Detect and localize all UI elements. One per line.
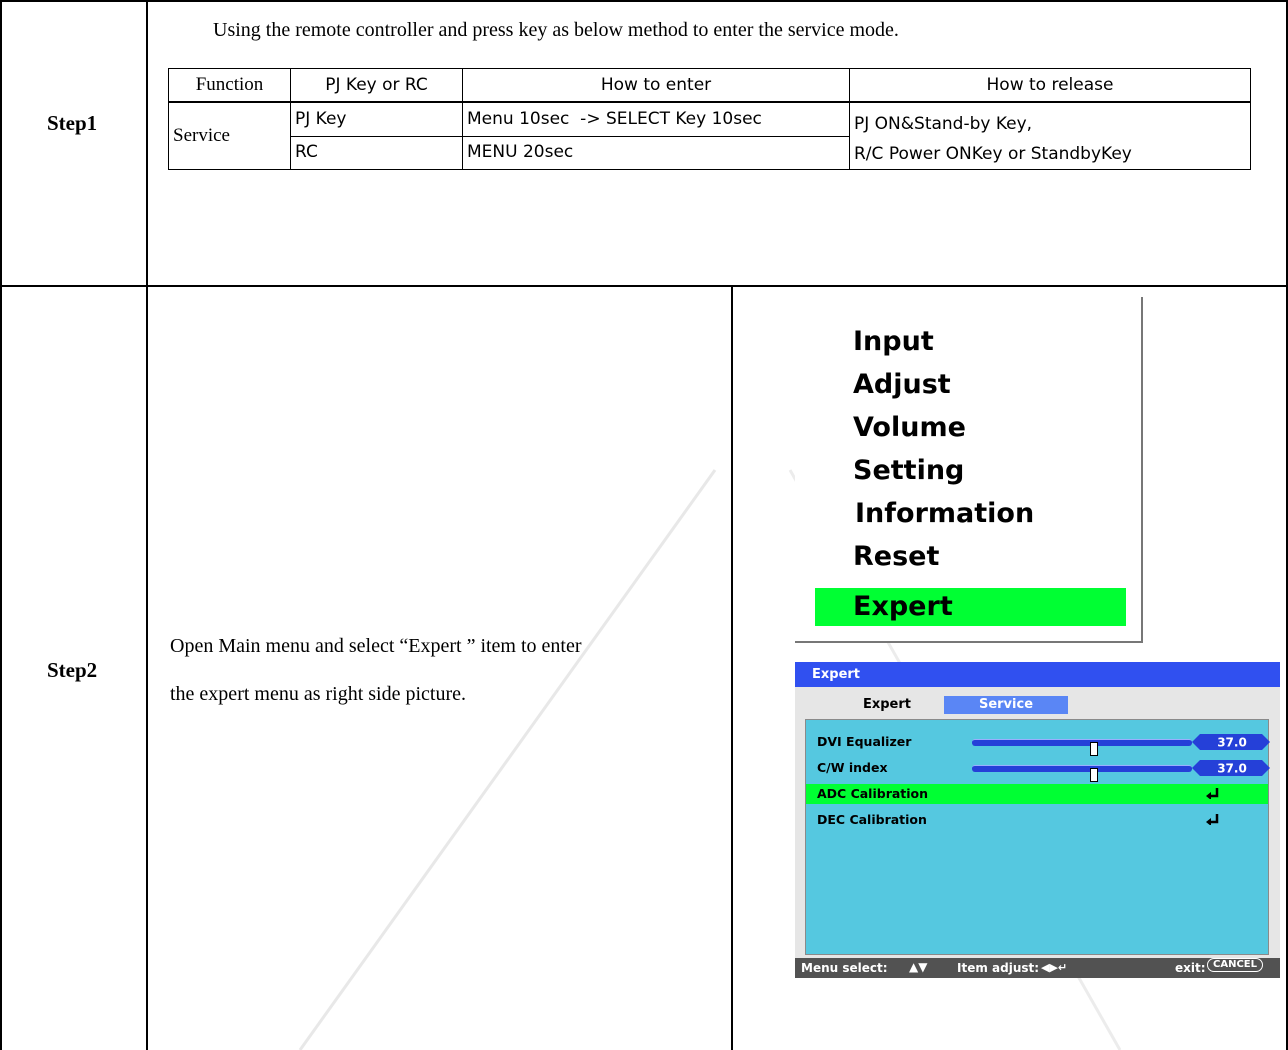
service-mode-table: Function PJ Key or RC How to enter How t… bbox=[168, 68, 1251, 170]
footer-item-adjust: Item adjust: bbox=[957, 961, 1040, 975]
header-enter: How to enter bbox=[462, 68, 850, 103]
main-menu: Input Adjust Volume Setting Information … bbox=[795, 297, 1143, 643]
slider-knob[interactable] bbox=[1090, 768, 1098, 782]
setting-value: 37.0 bbox=[1217, 762, 1247, 776]
table-header-row: Function PJ Key or RC How to enter How t… bbox=[168, 68, 1251, 103]
expert-window-title: Expert bbox=[795, 662, 1280, 687]
cancel-key-icon: CANCEL bbox=[1207, 958, 1263, 972]
expert-window-footer: Menu select: ▲▼ Item adjust: ◀▶↵ exit: C… bbox=[795, 958, 1280, 978]
menu-item-information[interactable]: Information bbox=[855, 498, 1034, 529]
value-badge: 37.0 bbox=[1192, 734, 1270, 750]
dvi-equalizer-slider[interactable] bbox=[972, 739, 1192, 756]
setting-label: DEC Calibration bbox=[817, 812, 927, 827]
setting-row-adc-calibration[interactable]: ADC Calibration bbox=[806, 784, 1268, 804]
table-top-border bbox=[0, 0, 1288, 2]
menu-item-adjust[interactable]: Adjust bbox=[853, 369, 951, 400]
key-cell: PJ Key bbox=[290, 101, 463, 137]
menu-item-setting[interactable]: Setting bbox=[853, 455, 964, 486]
enter-cell: Menu 10sec -> SELECT Key 10sec bbox=[462, 101, 850, 137]
menu-item-reset[interactable]: Reset bbox=[853, 541, 939, 572]
setting-label: DVI Equalizer bbox=[817, 734, 912, 749]
step1-label: Step1 bbox=[47, 111, 98, 135]
step2-label: Step2 bbox=[47, 658, 98, 682]
header-key: PJ Key or RC bbox=[290, 68, 463, 103]
menu-item-expert[interactable]: Expert bbox=[815, 588, 1126, 626]
slider-knob[interactable] bbox=[1090, 742, 1098, 756]
expert-window: Expert Expert Service DVI Equalizer 37.0… bbox=[795, 662, 1280, 978]
setting-label: ADC Calibration bbox=[817, 786, 929, 801]
footer-exit: exit: bbox=[1175, 961, 1206, 975]
table-left-border bbox=[0, 0, 2, 1050]
menu-item-volume[interactable]: Volume bbox=[853, 412, 966, 443]
header-function: Function bbox=[168, 68, 291, 103]
label-column-divider bbox=[146, 0, 148, 1050]
enter-icon bbox=[1206, 788, 1219, 799]
setting-row-cw-index[interactable]: C/W index 37.0 bbox=[806, 758, 1270, 782]
up-down-arrows-icon: ▲▼ bbox=[909, 960, 928, 974]
value-badge: 37.0 bbox=[1192, 760, 1270, 776]
release-line-1: PJ ON&Stand-by Key, bbox=[854, 114, 1033, 134]
setting-row-dec-calibration[interactable]: DEC Calibration bbox=[806, 810, 1268, 830]
menu-item-input[interactable]: Input bbox=[853, 326, 934, 357]
intro-text: Using the remote controller and press ke… bbox=[213, 19, 899, 41]
tab-expert[interactable]: Expert bbox=[855, 696, 919, 714]
release-cell: PJ ON&Stand-by Key, R/C Power ONKey or S… bbox=[849, 101, 1251, 170]
enter-cell: MENU 20sec bbox=[462, 135, 850, 170]
expert-settings-panel: DVI Equalizer 37.0 C/W index 37.0 ADC Ca… bbox=[805, 719, 1270, 955]
step2-column-divider bbox=[731, 285, 733, 1050]
header-release: How to release bbox=[849, 68, 1251, 103]
left-right-enter-icon: ◀▶↵ bbox=[1041, 961, 1068, 974]
key-cell: RC bbox=[290, 135, 463, 170]
table-row: Service PJ Key Menu 10sec -> SELECT Key … bbox=[168, 101, 1251, 170]
cw-index-slider[interactable] bbox=[972, 765, 1192, 782]
tab-service[interactable]: Service bbox=[944, 696, 1068, 714]
function-cell: Service bbox=[168, 101, 291, 170]
setting-row-dvi-equalizer[interactable]: DVI Equalizer 37.0 bbox=[806, 732, 1270, 756]
release-line-2: R/C Power ONKey or StandbyKey bbox=[854, 144, 1132, 164]
enter-icon bbox=[1206, 814, 1219, 825]
footer-menu-select: Menu select: bbox=[801, 961, 888, 975]
setting-value: 37.0 bbox=[1217, 736, 1247, 750]
setting-label: C/W index bbox=[817, 760, 888, 775]
step2-description-line-2: the expert menu as right side picture. bbox=[170, 683, 467, 705]
step2-description-line-1: Open Main menu and select “Expert ” item… bbox=[170, 635, 582, 657]
row-divider bbox=[0, 285, 1288, 287]
